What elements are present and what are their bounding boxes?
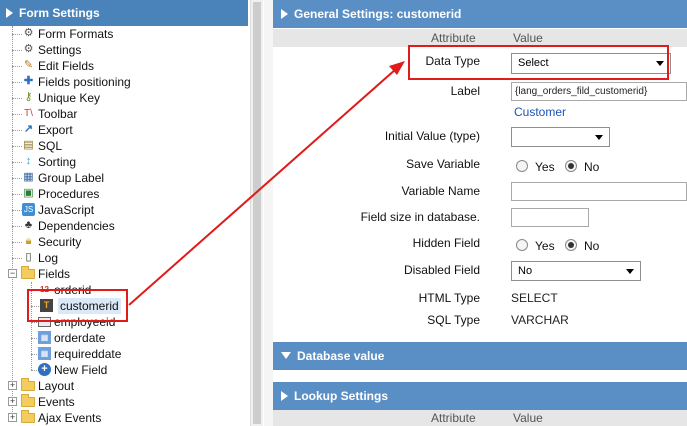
expand-toggle-layout[interactable]: + <box>8 381 17 390</box>
field-size-label: Field size in database. <box>360 210 480 224</box>
tree-item-settings[interactable]: ⚙ Settings <box>24 42 82 58</box>
sql-type-label: SQL Type <box>427 313 480 327</box>
date-field-icon: ▦ <box>38 347 51 360</box>
tree-item-group-label[interactable]: ▦ Group Label <box>23 170 104 186</box>
tree-folder-ajax-events[interactable]: Ajax Events <box>21 410 101 426</box>
hidden-field-yes-radio[interactable] <box>516 239 528 251</box>
tree-folder-layout[interactable]: Layout <box>21 378 74 394</box>
expand-triangle-icon <box>281 391 288 401</box>
disabled-field-select[interactable]: No <box>511 261 641 281</box>
field-item-requireddate[interactable]: ▦ requireddate <box>38 346 121 362</box>
field-size-input[interactable] <box>511 208 589 227</box>
row-save-variable: Save Variable <box>273 155 687 175</box>
left-scrollbar[interactable] <box>250 0 263 426</box>
save-variable-label: Save Variable <box>406 157 480 171</box>
field-item-new-field[interactable]: + New Field <box>38 362 107 378</box>
procedures-icon: ▣ <box>23 187 34 199</box>
tree-item-toolbar[interactable]: T\ Toolbar <box>24 106 77 122</box>
row-field-size: Field size in database. <box>273 208 687 228</box>
initial-value-select[interactable] <box>511 127 610 147</box>
general-settings-header[interactable]: General Settings: customerid <box>273 0 687 28</box>
lookup-settings-section[interactable]: Lookup Settings <box>273 382 687 410</box>
group-label-icon: ▦ <box>23 171 34 183</box>
tree-item-unique-key[interactable]: ⚷ Unique Key <box>24 90 100 106</box>
tree-item-security[interactable]: 🔒︎ Security <box>26 234 82 250</box>
expand-triangle-icon <box>281 9 288 19</box>
customerid-highlight-box <box>27 289 128 322</box>
expand-toggle-ajax-events[interactable]: + <box>8 413 17 422</box>
form-settings-panel: Form Settings ⚙ Form Formats ⚙ Settings ✎ E… <box>0 0 266 426</box>
hidden-field-label: Hidden Field <box>412 236 480 250</box>
tree-folder-events[interactable]: Events <box>21 394 75 410</box>
save-variable-yes-label: Yes <box>535 160 555 174</box>
expand-toggle-events[interactable]: + <box>8 397 17 406</box>
lock-icon: 🔒︎ <box>25 235 32 247</box>
save-variable-no-label: No <box>584 160 600 174</box>
tree-item-edit-fields[interactable]: ✎ Edit Fields <box>24 58 94 74</box>
toolbar-icon: T\ <box>24 108 33 119</box>
save-variable-yes-radio[interactable] <box>516 160 528 172</box>
general-settings-title: General Settings: customerid <box>294 7 462 21</box>
label-preview-link[interactable]: Customer <box>514 105 566 119</box>
tree-item-dependencies[interactable]: ♣ Dependencies <box>25 218 115 234</box>
variable-name-input[interactable] <box>511 182 687 201</box>
initial-value-label: Initial Value (type) <box>384 129 480 143</box>
dropdown-caret-icon <box>595 135 603 140</box>
html-type-value: SELECT <box>511 291 558 305</box>
form-settings-title: Form Settings <box>19 6 100 20</box>
sort-icon: ↕ <box>25 155 32 167</box>
move-icon: ✚ <box>23 75 34 87</box>
log-icon: ▯ <box>25 251 32 263</box>
tree-item-procedures[interactable]: ▣ Procedures <box>23 186 99 202</box>
lookup-column-header: Attribute Value <box>273 410 687 426</box>
disabled-field-label: Disabled Field <box>403 263 480 277</box>
splitter-bar[interactable] <box>264 0 273 426</box>
database-icon: ▤ <box>23 139 34 151</box>
gear-icon: ⚙ <box>23 27 34 39</box>
sql-type-value: VARCHAR <box>511 313 569 327</box>
date-field-icon: ▦ <box>38 331 51 344</box>
variable-name-label: Variable Name <box>401 184 480 198</box>
settings-tree: ⚙ Form Formats ⚙ Settings ✎ Edit Fields ✚ Fi… <box>0 26 250 426</box>
add-circle-icon: + <box>38 363 51 376</box>
key-icon: ⚷ <box>24 91 33 103</box>
hidden-field-no-label: No <box>584 239 600 253</box>
folder-icon <box>21 266 35 279</box>
tree-item-export[interactable]: ↗ Export <box>24 122 73 138</box>
tree-item-log[interactable]: ▯ Log <box>25 250 58 266</box>
javascript-icon: JS <box>22 203 35 216</box>
hidden-field-no-radio[interactable] <box>565 239 577 251</box>
folder-icon <box>21 410 35 423</box>
label-label: Label <box>450 84 480 98</box>
gear-icon: ⚙ <box>23 43 34 55</box>
data-type-highlight-box <box>408 45 669 80</box>
collapse-triangle-icon <box>281 352 291 359</box>
export-icon: ↗ <box>23 123 34 135</box>
database-value-section[interactable]: Database value <box>273 342 687 370</box>
row-sql-type: SQL Type VARCHAR <box>273 311 687 331</box>
label-input[interactable]: {lang_orders_fild_customerid} <box>511 82 687 101</box>
folder-icon <box>21 378 35 391</box>
hidden-field-yes-label: Yes <box>535 239 555 253</box>
tree-item-sql[interactable]: ▤ SQL <box>23 138 62 154</box>
dependencies-icon: ♣ <box>24 219 33 231</box>
tree-item-javascript[interactable]: JS JavaScript <box>22 202 94 218</box>
row-initial-value: Initial Value (type) <box>273 127 687 147</box>
field-item-orderdate[interactable]: ▦ orderdate <box>38 330 105 346</box>
row-html-type: HTML Type SELECT <box>273 289 687 309</box>
tree-item-fields-positioning[interactable]: ✚ Fields positioning <box>24 74 131 90</box>
tree-item-form-formats[interactable]: ⚙ Form Formats <box>24 26 114 42</box>
expand-triangle-icon <box>6 8 13 18</box>
tree-folder-fields[interactable]: Fields <box>21 266 70 282</box>
html-type-label: HTML Type <box>418 291 480 305</box>
dropdown-caret-icon <box>626 269 634 274</box>
tree-item-sorting[interactable]: ↕ Sorting <box>26 154 76 170</box>
folder-icon <box>21 394 35 407</box>
collapse-toggle-fields[interactable]: − <box>8 269 17 278</box>
pencil-icon: ✎ <box>23 59 34 71</box>
form-settings-header[interactable]: Form Settings <box>0 0 248 26</box>
save-variable-no-radio[interactable] <box>565 160 577 172</box>
row-hidden-field: Hidden Field <box>273 234 687 254</box>
